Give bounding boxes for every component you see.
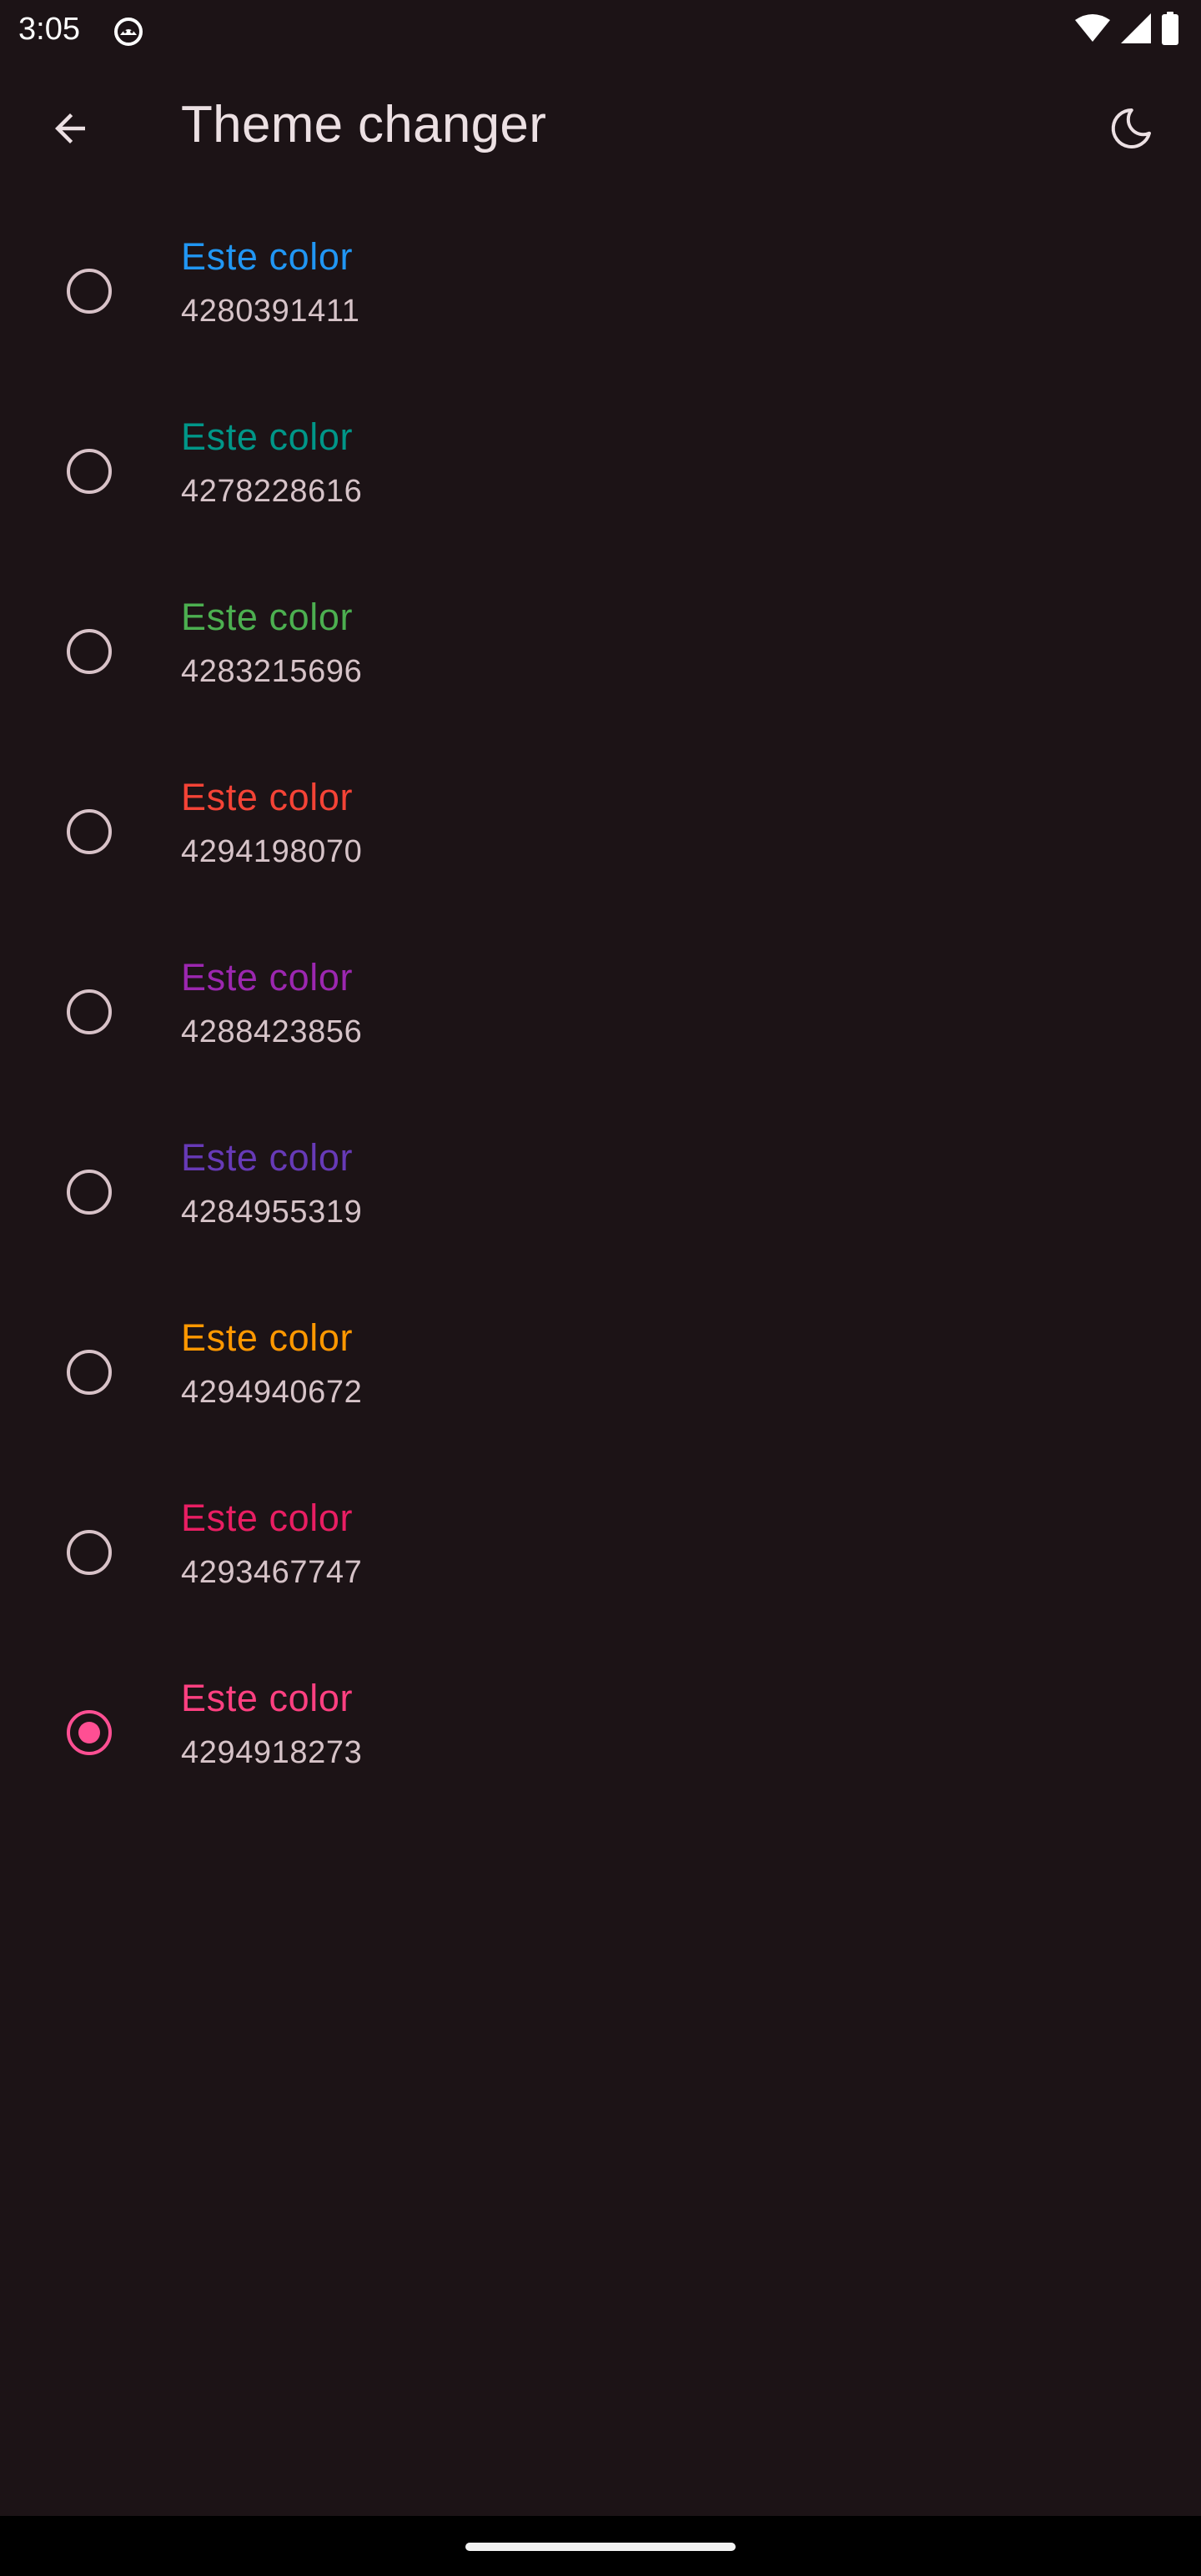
- color-options-list: Este color 4280391411 Este color 4278228…: [0, 200, 1201, 1822]
- color-option[interactable]: Este color 4294198070: [0, 741, 1201, 921]
- status-bar: 3:05: [0, 0, 1201, 60]
- theme-toggle-button[interactable]: [1094, 93, 1168, 167]
- screen: 3:05 Theme changer Este color 4280391411…: [0, 0, 1201, 2576]
- top-app-bar: Theme changer: [0, 60, 1201, 200]
- color-option-value: 4294940672: [181, 1375, 363, 1410]
- status-time: 3:05: [18, 12, 80, 47]
- page-title: Theme changer: [181, 96, 547, 153]
- radio-button[interactable]: [67, 269, 112, 314]
- color-option-title: Este color: [181, 1497, 354, 1539]
- color-option[interactable]: Este color 4294918273: [0, 1642, 1201, 1822]
- wifi-icon: [1074, 13, 1111, 48]
- color-option[interactable]: Este color 4293467747: [0, 1462, 1201, 1642]
- color-option[interactable]: Este color 4294940672: [0, 1281, 1201, 1462]
- battery-icon: [1161, 11, 1179, 49]
- radio-button[interactable]: [67, 1530, 112, 1575]
- radio-button[interactable]: [67, 1350, 112, 1395]
- radio-button-selected[interactable]: [67, 1710, 112, 1755]
- radio-button[interactable]: [67, 809, 112, 854]
- color-option[interactable]: Este color 4288423856: [0, 921, 1201, 1101]
- color-option-title: Este color: [181, 596, 354, 638]
- back-button[interactable]: [33, 93, 107, 167]
- radio-selected-dot: [78, 1722, 100, 1743]
- home-indicator[interactable]: [465, 2543, 736, 2551]
- color-option-title: Este color: [181, 1136, 354, 1179]
- color-option[interactable]: Este color 4280391411: [0, 200, 1201, 380]
- color-option-value: 4288423856: [181, 1014, 363, 1049]
- radio-button[interactable]: [67, 1170, 112, 1215]
- color-option-value: 4283215696: [181, 654, 363, 689]
- color-option-value: 4284955319: [181, 1195, 363, 1230]
- signal-icon: [1119, 12, 1153, 49]
- android-robot-icon: [113, 17, 143, 47]
- color-option-value: 4278228616: [181, 474, 363, 509]
- color-option[interactable]: Este color 4284955319: [0, 1101, 1201, 1281]
- color-option-value: 4280391411: [181, 294, 360, 329]
- moon-icon: [1106, 103, 1156, 158]
- color-option-value: 4293467747: [181, 1555, 363, 1590]
- color-option-value: 4294198070: [181, 834, 363, 869]
- radio-button[interactable]: [67, 629, 112, 674]
- color-option-title: Este color: [181, 1316, 354, 1359]
- color-option-title: Este color: [181, 235, 354, 278]
- color-option[interactable]: Este color 4278228616: [0, 380, 1201, 561]
- color-option-title: Este color: [181, 1677, 354, 1719]
- color-option-value: 4294918273: [181, 1735, 363, 1770]
- radio-button[interactable]: [67, 449, 112, 494]
- color-option[interactable]: Este color 4283215696: [0, 561, 1201, 741]
- color-option-title: Este color: [181, 776, 354, 818]
- navigation-bar: [0, 2516, 1201, 2576]
- color-option-title: Este color: [181, 415, 354, 458]
- radio-button[interactable]: [67, 989, 112, 1034]
- color-option-title: Este color: [181, 956, 354, 999]
- arrow-back-icon: [48, 106, 93, 155]
- status-icons: [1074, 11, 1179, 49]
